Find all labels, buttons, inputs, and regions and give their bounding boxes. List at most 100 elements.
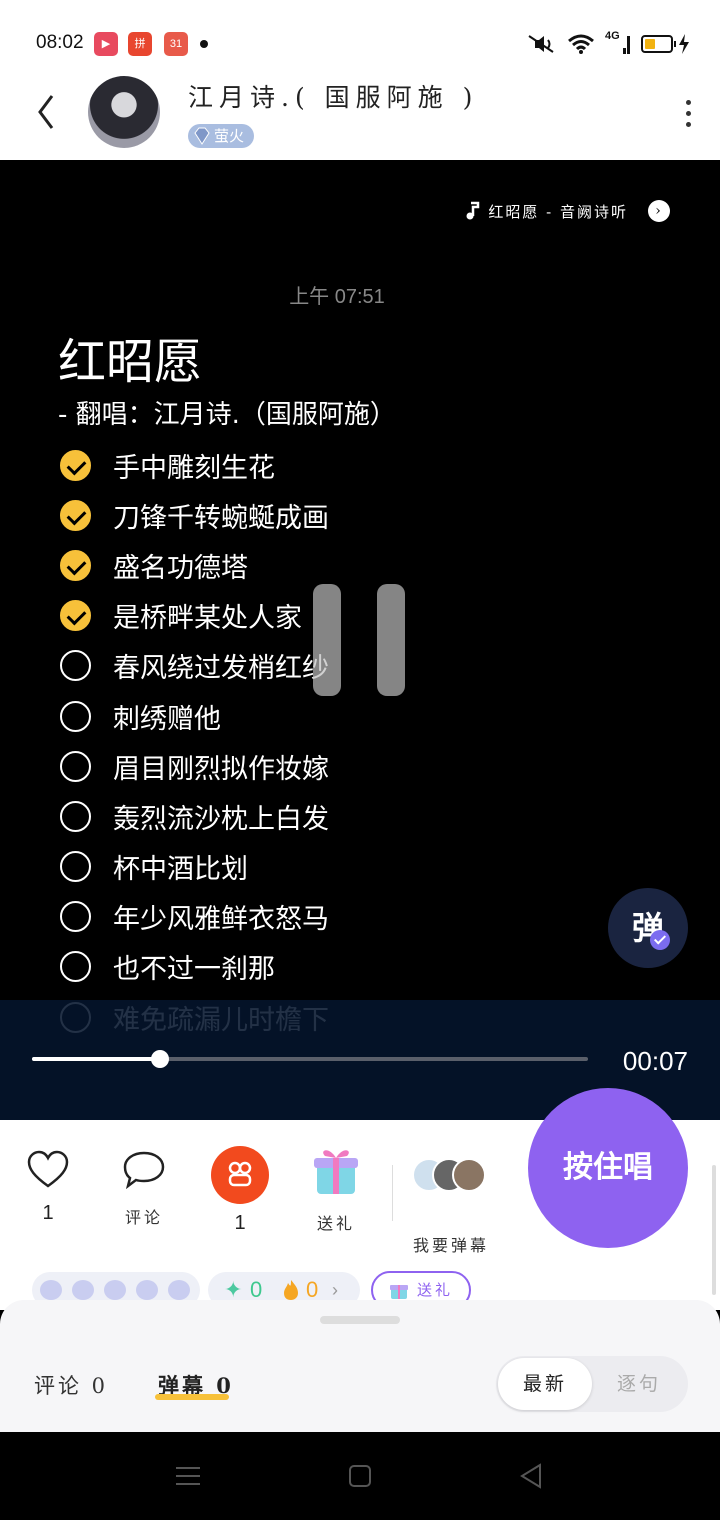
lyric-text: 眉目刚烈拟作妆嫁 [113,753,329,785]
fan-avatar-icon [136,1280,158,1300]
gift-button[interactable]: 送礼 [296,1150,376,1234]
comment-button[interactable]: 评论 [104,1150,184,1228]
unchecked-circle-icon[interactable] [60,800,91,832]
lyric-text: 是桥畔某处人家 [113,603,302,635]
tab-comments[interactable]: 评论 0 [34,1370,108,1400]
badge-label: 萤火 [214,127,245,145]
mute-icon [528,35,554,53]
gift-icon [390,1285,408,1299]
gift-box-icon [314,1150,358,1194]
elapsed-time: 00:07 [622,1046,688,1076]
danmu-toggle-button[interactable]: 弹 [608,888,688,968]
lyrics-list: 手中雕刻生花刀锋千转蜿蜒成画盛名功德塔是桥畔某处人家 春风绕过发梢红纱 刺绣赠他眉目… [60,440,329,1042]
lyric-line[interactable]: 杯中酒比划 [60,842,329,892]
song-subtitle: - 翻唱：江月诗.（国服阿施） [58,400,396,430]
share-button[interactable]: 1 [200,1146,280,1235]
checked-circle-icon[interactable] [60,499,91,531]
menu-icon[interactable] [175,1465,201,1487]
lyrics-player: 红昭愿 - 音阙诗听 › 上午 07:51 红昭愿 - 翻唱：江月诗.（国服阿施… [0,160,720,1120]
lyric-text: 轰烈流沙枕上白发 [113,803,329,835]
hold-to-sing-button[interactable]: 按住唱 [528,1088,688,1248]
active-tab-indicator [155,1394,229,1400]
signal-icon: 4G [605,30,631,56]
sort-toggle: 最新 逐句 [496,1356,688,1412]
battery-icon [641,34,690,54]
comment-label: 评论 [124,1208,163,1227]
fan-avatar-icon [40,1280,62,1300]
level-badge: 萤火 [188,124,255,148]
sheet-drag-handle[interactable] [320,1316,400,1324]
lyric-line[interactable]: 刺绣赠他 [60,691,329,741]
progress-slider[interactable] [32,1050,588,1068]
check-icon [650,930,670,950]
lyric-line[interactable]: 刀锋千转蜿蜒成画 [60,490,329,540]
lyric-text: 年少风雅鲜衣怒马 [113,904,329,936]
avatar[interactable] [88,76,160,148]
song-link[interactable]: 红昭愿 - 音阙诗听 › [464,200,670,222]
checked-circle-icon[interactable] [60,549,91,581]
status-indicators: 4G [525,30,690,58]
unchecked-circle-icon[interactable] [60,750,91,782]
divider [392,1165,393,1221]
lyric-text: 刺绣赠他 [113,703,221,735]
lyric-line[interactable]: 眉目刚烈拟作妆嫁 [60,741,329,791]
lyric-line[interactable]: 年少风雅鲜衣怒马 [60,892,329,942]
lyric-time: 上午 07:51 [289,286,385,308]
unchecked-circle-icon[interactable] [60,851,91,883]
danmu-entry-button[interactable]: 我要弹幕 [406,1232,496,1256]
fan-avatar-icon [168,1280,190,1300]
lyric-line[interactable]: 轰烈流沙枕上白发 [60,791,329,841]
wifi-icon [568,34,594,54]
like-count: 1 [42,1202,54,1224]
more-options-icon[interactable] [684,100,692,130]
lyric-text: 手中雕刻生花 [113,452,275,484]
song-title: 红昭愿 [58,334,203,390]
gift-pill-label: 送礼 [417,1281,454,1299]
danmu-entry-label: 我要弹幕 [412,1236,489,1255]
scroll-indicator [712,1165,716,1295]
unchecked-circle-icon[interactable] [60,700,91,732]
home-icon[interactable] [348,1464,372,1488]
chevron-right-icon: › [648,200,670,222]
lyric-text: 春风绕过发梢红纱 [113,653,329,685]
page-title: 江月诗.( 国服阿施 ) [188,83,479,112]
comment-icon [123,1151,165,1190]
status-time: 08:02 [36,32,84,53]
progress-handle[interactable] [150,1050,169,1068]
unchecked-circle-icon[interactable] [60,951,91,983]
lyric-line[interactable]: 盛名功德塔 [60,540,329,590]
lyric-line[interactable]: 是桥畔某处人家 [60,591,329,641]
sort-by-line-option[interactable]: 逐句 [592,1358,686,1410]
video-app-icon: ▶ [94,32,118,56]
checked-circle-icon[interactable] [60,449,91,481]
music-note-icon [466,201,480,220]
fan-avatar-icon [104,1280,126,1300]
pause-bar-right[interactable] [377,584,405,696]
song-link-label: 红昭愿 - 音阙诗听 [488,202,628,221]
gem-icon [194,127,210,145]
heart-icon [27,1150,69,1188]
lyric-line[interactable]: 手中雕刻生花 [60,440,329,490]
progress-fill [32,1057,160,1061]
back-nav-icon[interactable] [518,1462,544,1490]
comments-sheet: 评论 0 弹幕 0 最新 逐句 [0,1300,720,1432]
avatar [452,1158,486,1192]
notification-dot-icon [200,40,208,48]
sort-latest-option[interactable]: 最新 [498,1358,592,1410]
share-count: 1 [234,1212,246,1234]
fan-avatar-icon [72,1280,94,1300]
checked-circle-icon[interactable] [60,600,91,632]
back-icon[interactable] [34,92,58,132]
pause-bar-left[interactable] [313,584,341,696]
system-nav-bar [0,1432,720,1520]
unchecked-circle-icon[interactable] [60,901,91,933]
shopping-app-icon: 拼 [128,32,152,56]
lyric-line[interactable]: 春风绕过发梢红纱 [60,641,329,691]
lyric-line[interactable]: 也不过一刹那 [60,942,329,992]
like-button[interactable]: 1 [8,1150,88,1225]
share-icon [211,1146,269,1204]
unchecked-circle-icon[interactable] [60,650,91,682]
lyric-text: 盛名功德塔 [113,552,248,584]
danmu-avatars[interactable] [412,1158,492,1194]
lyric-text: 也不过一刹那 [113,954,275,986]
